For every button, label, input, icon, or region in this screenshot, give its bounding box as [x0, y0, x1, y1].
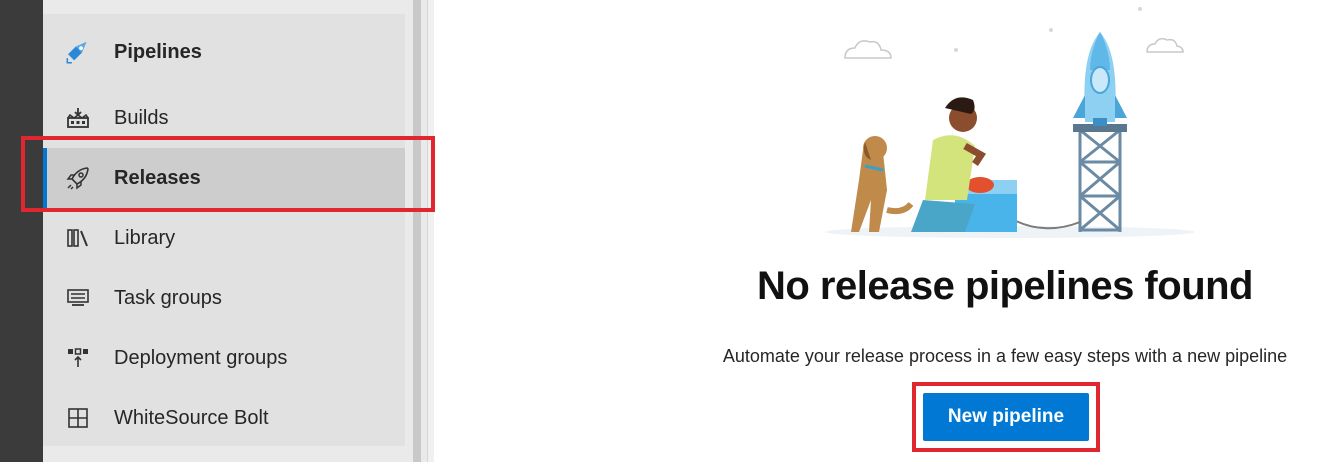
sidebar-item-whitesource-bolt[interactable]: WhiteSource Bolt [43, 388, 405, 448]
sidebar-item-label: WhiteSource Bolt [114, 406, 269, 429]
sidebar-header-pipelines[interactable]: Pipelines [43, 22, 405, 82]
task-groups-icon [65, 285, 91, 311]
left-rail [0, 0, 43, 462]
new-pipeline-highlight-box [912, 382, 1100, 452]
library-icon [65, 225, 91, 251]
pipelines-icon [65, 39, 91, 65]
empty-state-description: Automate your release process in a few e… [722, 346, 1288, 366]
empty-state-title: No release pipelines found [756, 264, 1254, 308]
builds-icon [65, 105, 91, 131]
grid-icon [65, 405, 91, 431]
sidebar-item-label: Builds [114, 106, 169, 129]
sidebar-scrollbar[interactable] [413, 0, 421, 462]
sidebar-header-label: Pipelines [114, 40, 202, 63]
sidebar-item-library[interactable]: Library [43, 208, 405, 268]
sidebar-item-task-groups[interactable]: Task groups [43, 268, 405, 328]
releases-highlight-box [21, 136, 435, 212]
sidebar-item-label: Deployment groups [114, 346, 288, 369]
sidebar-item-label: Library [114, 226, 176, 249]
sidebar-divider [427, 0, 434, 462]
sidebar-item-label: Task groups [114, 286, 222, 309]
deployment-groups-icon [65, 345, 91, 371]
empty-state-illustration [815, 0, 1195, 240]
sidebar: Pipelines Builds Releases Library Task g… [43, 0, 434, 462]
sidebar-panel: Pipelines Builds Releases Library Task g… [43, 14, 405, 446]
app: Pipelines Builds Releases Library Task g… [0, 0, 1338, 462]
sidebar-item-deployment-groups[interactable]: Deployment groups [43, 328, 405, 388]
